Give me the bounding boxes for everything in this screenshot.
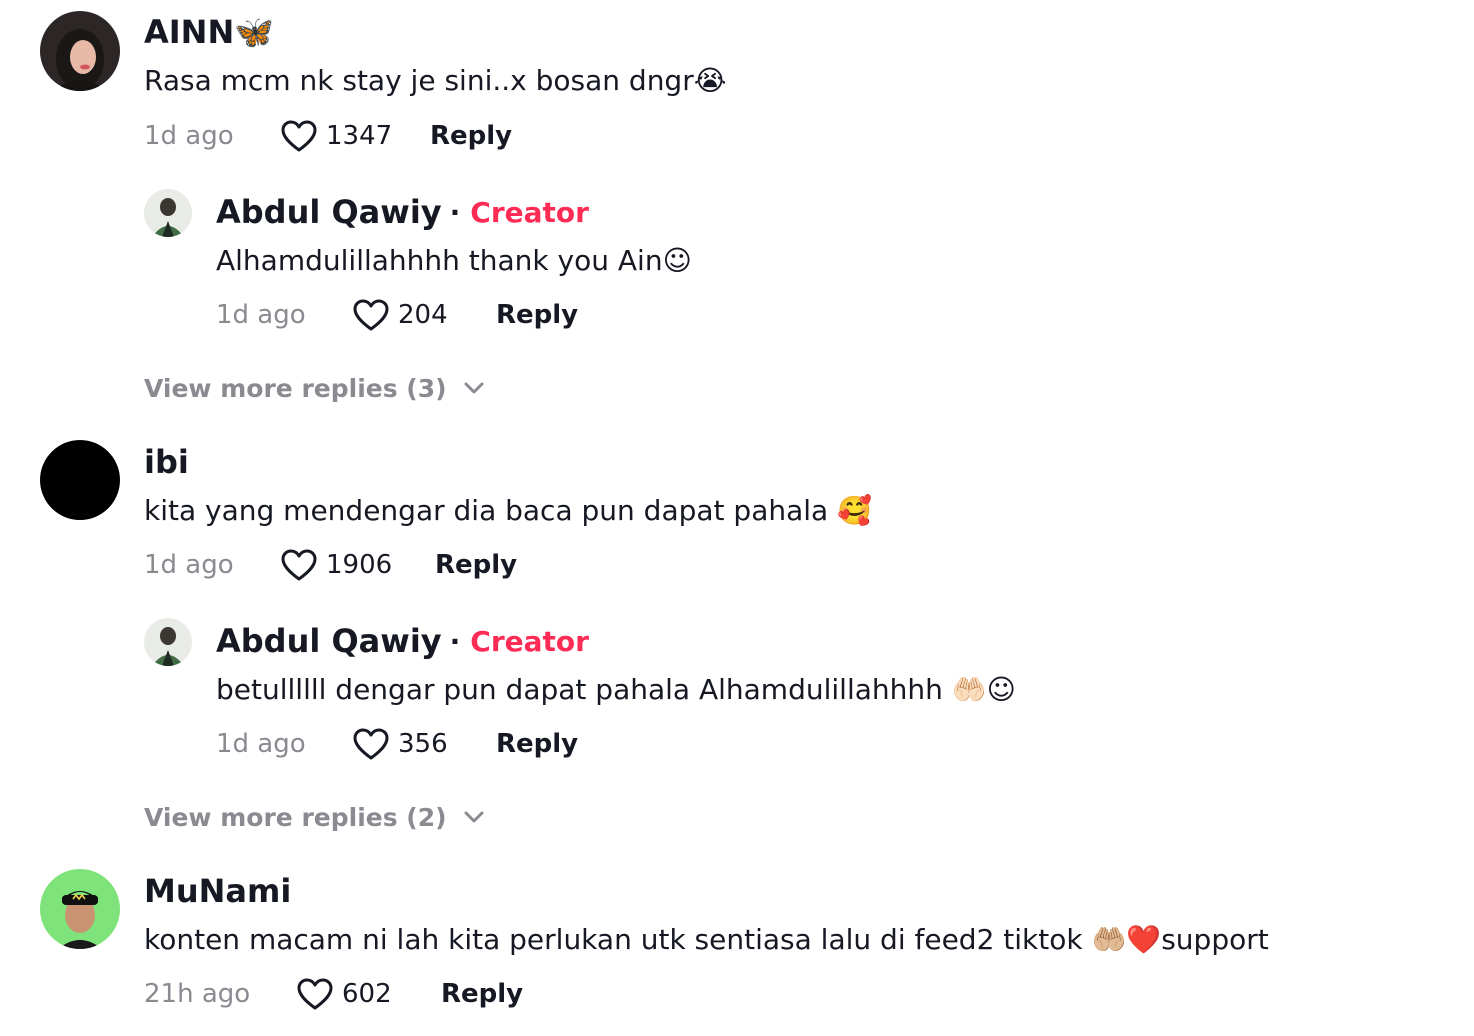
- like-button[interactable]: 356: [352, 724, 448, 764]
- reply-timestamp: 1d ago: [216, 729, 306, 759]
- creator-header: Abdul Qawiy · Creator: [216, 619, 589, 663]
- like-button[interactable]: 1347: [280, 116, 392, 156]
- creator-header: Abdul Qawiy · Creator: [216, 190, 589, 234]
- chevron-down-icon: [464, 382, 484, 394]
- reply-button[interactable]: Reply: [441, 977, 523, 1011]
- creator-avatar[interactable]: [144, 618, 192, 666]
- avatar[interactable]: [40, 11, 120, 91]
- heart-outline-icon: [281, 549, 317, 581]
- reply-text: Alhamdulillahhhh thank you Ain☺: [216, 244, 692, 277]
- view-more-label: View more replies (2): [144, 802, 447, 832]
- comment-text: konten macam ni lah kita perlukan utk se…: [144, 923, 1269, 956]
- reply-timestamp: 1d ago: [216, 300, 306, 330]
- comment-text: Rasa mcm nk stay je sini..x bosan dngr😭: [144, 64, 727, 97]
- like-count: 356: [398, 729, 448, 759]
- like-button[interactable]: 1906: [280, 545, 392, 585]
- heart-outline-icon: [297, 978, 333, 1010]
- like-count: 1906: [326, 550, 393, 580]
- like-button[interactable]: 602: [296, 974, 392, 1014]
- avatar[interactable]: [40, 440, 120, 520]
- like-count: 1347: [326, 121, 393, 151]
- chevron-down-icon: [464, 811, 484, 823]
- heart-outline-icon: [281, 120, 317, 152]
- comment-text: kita yang mendengar dia baca pun dapat p…: [144, 494, 872, 527]
- reply-button[interactable]: Reply: [430, 119, 512, 153]
- creator-badge: Creator: [470, 195, 589, 229]
- comment-timestamp: 1d ago: [144, 121, 234, 151]
- comment-username[interactable]: ibi: [144, 442, 189, 482]
- like-count: 204: [398, 300, 448, 330]
- like-count: 602: [342, 979, 392, 1009]
- creator-badge: Creator: [470, 624, 589, 658]
- creator-username[interactable]: Abdul Qawiy: [216, 622, 442, 660]
- reply-button[interactable]: Reply: [435, 548, 517, 582]
- like-button[interactable]: 204: [352, 295, 448, 335]
- separator-dot: ·: [449, 624, 461, 658]
- reply-text: betullllll dengar pun dapat pahala Alham…: [216, 673, 1016, 706]
- heart-outline-icon: [353, 299, 389, 331]
- heart-outline-icon: [353, 728, 389, 760]
- avatar[interactable]: [40, 869, 120, 949]
- comment-timestamp: 1d ago: [144, 550, 234, 580]
- reply-button[interactable]: Reply: [496, 298, 578, 332]
- creator-avatar[interactable]: [144, 189, 192, 237]
- comment-username[interactable]: MuNami: [144, 871, 291, 911]
- comment-username[interactable]: AINN🦋: [144, 12, 274, 52]
- comment-timestamp: 21h ago: [144, 979, 251, 1009]
- creator-username[interactable]: Abdul Qawiy: [216, 193, 442, 231]
- view-more-label: View more replies (3): [144, 373, 447, 403]
- reply-button[interactable]: Reply: [496, 727, 578, 761]
- separator-dot: ·: [449, 195, 461, 229]
- view-more-replies-button[interactable]: View more replies (3): [144, 370, 485, 406]
- view-more-replies-button[interactable]: View more replies (2): [144, 799, 485, 835]
